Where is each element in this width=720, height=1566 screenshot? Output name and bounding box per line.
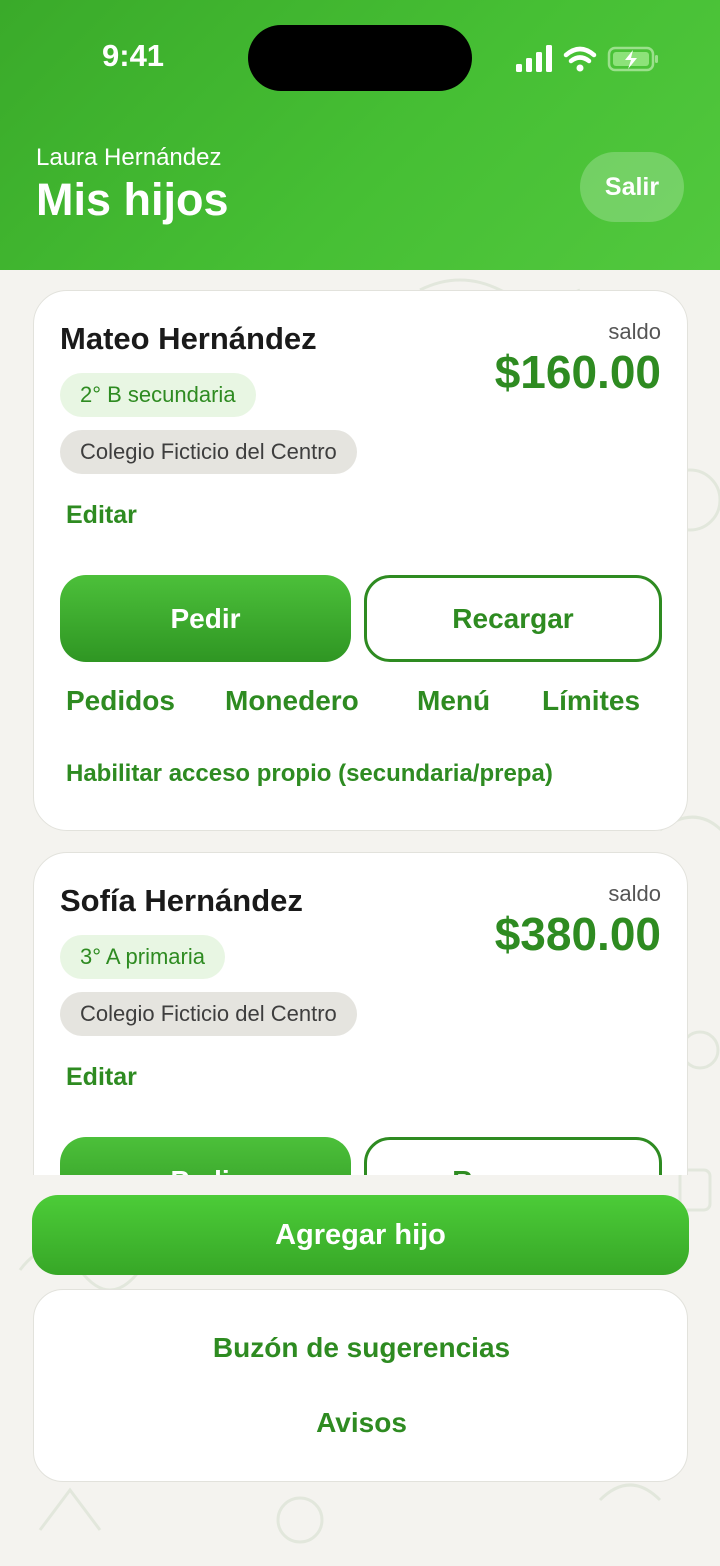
order-button[interactable]: Pedir xyxy=(60,575,351,662)
school-badge: Colegio Ficticio del Centro xyxy=(60,430,357,474)
balance-value: $380.00 xyxy=(494,908,661,960)
child-name: Sofía Hernández xyxy=(60,883,303,918)
header: 9:41 Laura Hernández Mis hijos Salir xyxy=(0,0,720,270)
dynamic-island xyxy=(248,25,472,91)
grade-badge: 2° B secundaria xyxy=(60,373,256,417)
menu-link[interactable]: Menú xyxy=(417,685,490,717)
bottom-actions-card: Buzón de sugerencias Avisos xyxy=(33,1289,688,1482)
wifi-dot xyxy=(576,64,584,72)
wallet-link[interactable]: Monedero xyxy=(225,685,359,717)
enable-own-access-link[interactable]: Habilitar acceso propio (secundaria/prep… xyxy=(66,760,553,788)
school-badge: Colegio Ficticio del Centro xyxy=(60,992,357,1036)
suggestions-link[interactable]: Buzón de sugerencias xyxy=(34,1332,689,1364)
status-bar: 9:41 xyxy=(0,0,720,110)
children-list[interactable]: Mateo Hernández saldo $160.00 2° B secun… xyxy=(0,270,720,1175)
limits-link[interactable]: Límites xyxy=(542,685,640,717)
balance-label: saldo xyxy=(608,881,661,906)
child-card: Mateo Hernández saldo $160.00 2° B secun… xyxy=(33,290,688,831)
logout-button[interactable]: Salir xyxy=(580,152,684,222)
recharge-button[interactable]: Recargar xyxy=(364,1137,662,1175)
child-links: Pedidos Monedero Menú Límites xyxy=(66,685,666,725)
status-time: 9:41 xyxy=(102,38,165,73)
notices-link[interactable]: Avisos xyxy=(34,1407,689,1439)
orders-link[interactable]: Pedidos xyxy=(66,685,175,717)
child-card: Sofía Hernández saldo $380.00 3° A prima… xyxy=(33,852,688,1175)
parent-name: Laura Hernández xyxy=(36,144,222,171)
signal-icon xyxy=(516,45,552,72)
battery-charging-icon xyxy=(607,46,658,72)
balance-label: saldo xyxy=(608,319,661,344)
status-icons xyxy=(516,45,658,72)
edit-child-link[interactable]: Editar xyxy=(66,1063,137,1092)
order-button[interactable]: Pedir xyxy=(60,1137,351,1175)
child-name: Mateo Hernández xyxy=(60,321,317,356)
grade-badge: 3° A primaria xyxy=(60,935,225,979)
page-title: Mis hijos xyxy=(36,174,229,225)
balance-value: $160.00 xyxy=(494,346,661,398)
add-child-button[interactable]: Agregar hijo xyxy=(32,1195,689,1275)
edit-child-link[interactable]: Editar xyxy=(66,501,137,530)
recharge-button[interactable]: Recargar xyxy=(364,575,662,662)
wifi-icon xyxy=(563,46,597,64)
